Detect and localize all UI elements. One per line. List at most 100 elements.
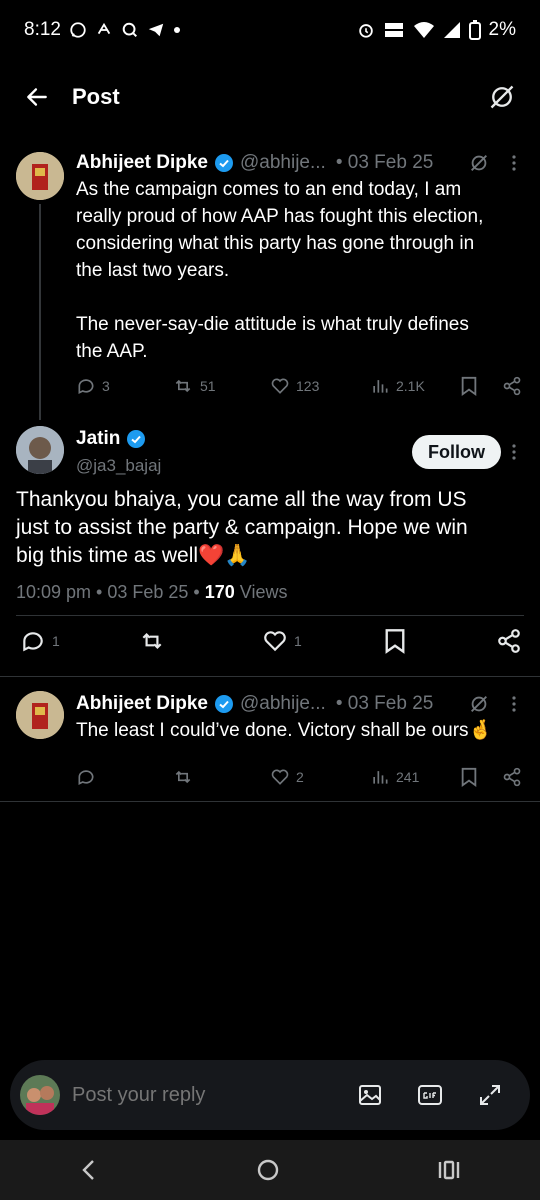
author-handle: @abhije... [239,693,326,714]
reply-button[interactable]: 1 [20,628,60,654]
my-avatar[interactable] [20,1075,60,1115]
like-count: 123 [296,378,320,394]
alarm-icon [358,24,373,38]
back-nav-icon[interactable] [79,1158,99,1182]
divider [16,615,524,616]
repost-button[interactable] [138,628,166,654]
avatar-image-icon [20,1075,60,1115]
parent-tweet[interactable]: Abhijeet Dipke @abhije... • 03 Feb 25 As… [0,140,540,420]
back-arrow-icon[interactable] [24,84,50,110]
page-title: Post [72,84,120,109]
whatsapp-icon [70,22,86,38]
repost-button[interactable]: 51 [172,376,216,396]
reply-icon [23,632,43,652]
grok-icon[interactable] [468,693,490,715]
tweet-line: the AAP. [76,341,148,362]
expand-icon[interactable] [478,1083,502,1107]
heart-icon [271,378,289,394]
tweet-header: Abhijeet Dipke @abhije... • 03 Feb 25 [76,152,520,174]
tweet-text: As the campaign comes to an end today, I… [76,176,530,365]
reply-input[interactable] [70,1082,334,1108]
reply-tweet[interactable]: Abhijeet Dipke @abhije... • 03 Feb 25 Th… [0,677,540,801]
share-icon[interactable] [502,376,522,396]
grok-icon[interactable] [468,152,490,174]
home-nav-icon[interactable] [256,1158,280,1182]
search-notification-icon [122,22,137,38]
wifi-icon [413,22,434,38]
telegram-icon [148,23,164,37]
views-button[interactable]: 2.1K [370,376,425,396]
divider [0,801,540,802]
avatar-image-icon [16,152,64,200]
reply-count: 3 [102,378,110,394]
avatar[interactable] [16,426,64,474]
reply-button[interactable] [76,767,96,787]
like-count: 1 [294,633,302,649]
tweet-line: the last two years. [76,260,230,281]
tweet-line: considering what this party has gone thr… [76,233,475,254]
reply-icon [78,770,94,786]
tweet-line: As the campaign comes to an end today, I… [76,179,462,200]
verified-badge-icon [214,695,233,713]
views-label: Views [239,582,288,602]
share-icon[interactable] [496,628,522,654]
verified-badge-icon [214,154,233,172]
bookmark-icon[interactable] [384,628,406,654]
tweet-header: Jatin [76,428,152,450]
tweet-timestamp: 10:09 pm • 03 Feb 25 • [16,582,200,602]
views-icon [373,771,388,784]
avatar[interactable] [16,691,64,739]
battery-percent: 2% [488,19,516,40]
views-icon [373,380,388,393]
repost-icon [142,632,162,650]
tweet-line [76,284,530,311]
tweet-actions: 3 51 123 2.1K [0,374,540,398]
grok-icon[interactable] [488,83,516,111]
avatar-image-icon [16,426,64,474]
tweet-line: The never-say-die attitude is what truly… [76,314,469,335]
app-notification-icon [97,22,111,35]
like-button[interactable]: 2 [270,767,304,787]
more-options-icon[interactable] [510,443,518,461]
bookmark-icon[interactable] [460,376,478,396]
follow-button[interactable]: Follow [412,435,501,469]
repost-icon [175,379,191,393]
tweet-text: Thankyou bhaiya, you came all the way fr… [16,486,530,570]
repost-button[interactable] [172,767,194,787]
status-time: 8:12 [24,19,61,40]
image-icon[interactable] [358,1083,382,1107]
author-handle: @abhije... [239,152,326,173]
tweet-line: big this time as well❤️🙏 [16,544,251,567]
author-name[interactable]: Abhijeet Dipke [76,152,208,174]
signal-icon [443,22,460,38]
gif-icon[interactable] [418,1083,442,1107]
tweet-header: Abhijeet Dipke @abhije... • 03 Feb 25 [76,693,520,715]
like-button[interactable]: 1 [262,628,302,654]
more-options-icon[interactable] [510,154,518,172]
volte-icon [384,23,403,37]
avatar-image-icon [16,691,64,739]
recents-nav-icon[interactable] [437,1158,461,1182]
status-bar: 8:12 2% [0,0,540,60]
bookmark-icon[interactable] [460,767,478,787]
heart-icon [271,769,289,785]
reply-count: 1 [52,633,60,649]
battery-icon [468,20,481,40]
author-name[interactable]: Jatin [76,428,120,450]
reply-icon [78,379,94,395]
like-button[interactable]: 123 [270,376,319,396]
share-icon[interactable] [502,767,522,787]
reply-composer [10,1060,530,1130]
tweet-line: really proud of how AAP has fought this … [76,206,484,227]
tweet-line: Thankyou bhaiya, you came all the way fr… [16,488,467,511]
author-name[interactable]: Abhijeet Dipke [76,693,208,715]
repost-icon [175,770,191,784]
repost-count: 51 [200,378,216,394]
views-count: 2.1K [396,378,425,394]
focused-tweet-actions: 1 1 [0,626,540,656]
avatar[interactable] [16,152,64,200]
reply-button[interactable]: 3 [76,376,110,396]
top-bar: Post [0,68,540,126]
views-button[interactable]: 241 [370,767,419,787]
more-options-icon[interactable] [510,695,518,713]
